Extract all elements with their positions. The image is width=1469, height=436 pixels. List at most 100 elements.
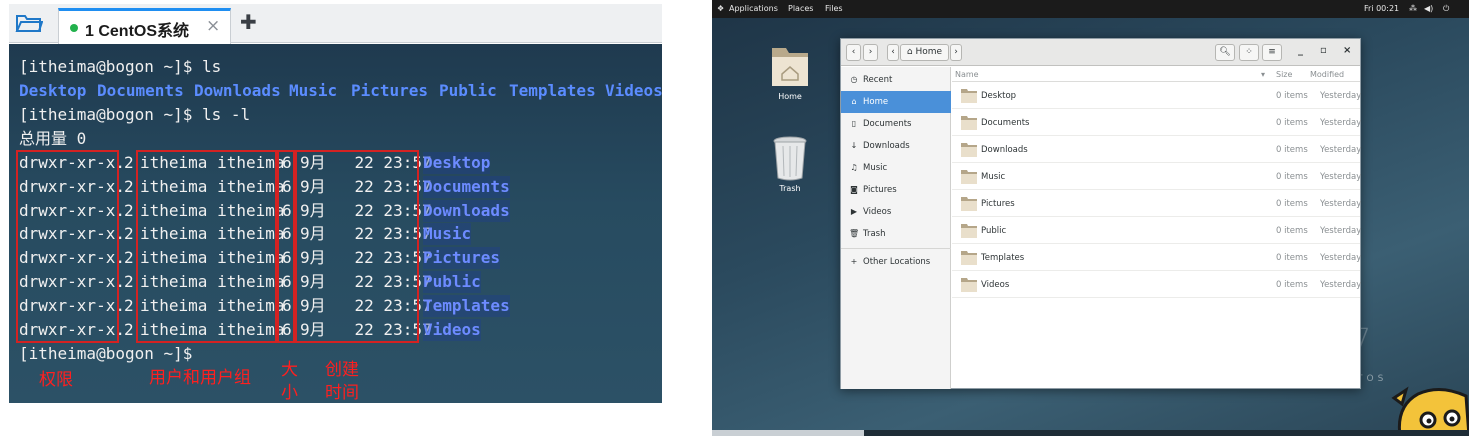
path-left-arrow[interactable]: ‹	[887, 44, 899, 61]
path-right-arrow[interactable]: ›	[950, 44, 962, 61]
file-size: 0 items	[1276, 199, 1308, 209]
view-grid-button[interactable]: ⁘	[1239, 44, 1259, 61]
terminal-output[interactable]: [itheima@bogon ~]$ ls Desktop Documents Do…	[9, 44, 662, 403]
minimize-button[interactable]: _	[1298, 45, 1303, 56]
places-menu[interactable]: Places	[788, 4, 813, 13]
ls-dir-entry: Pictures	[351, 81, 429, 100]
folder-icon	[961, 278, 977, 292]
dir-name-field: Music	[423, 223, 472, 246]
sidebar-item-home[interactable]: ⌂ Home	[841, 91, 951, 113]
applications-menu[interactable]: Applications	[729, 4, 778, 13]
ls-dir-entry: Music	[289, 81, 338, 100]
ls-dir-entry: Downloads	[194, 81, 281, 100]
download-icon: ↓	[850, 141, 858, 150]
clock[interactable]: Fri 00:21	[1364, 4, 1399, 13]
sidebar-item-label: Downloads	[863, 141, 910, 151]
folder-icon[interactable]	[15, 12, 44, 34]
file-name: Downloads	[981, 145, 1028, 155]
size-highlight-box	[277, 150, 295, 343]
file-list[interactable]: Name ▾ Size Modified Desktop 0 items Yeste…	[952, 67, 1362, 389]
desktop-trash-icon[interactable]: Trash	[760, 134, 820, 193]
desktop-home-label: Home	[778, 92, 802, 101]
new-tab-button[interactable]: ✚	[240, 10, 257, 34]
file-row[interactable]: Music 0 items Yesterday	[952, 163, 1361, 190]
close-button[interactable]: ×	[1343, 45, 1351, 56]
column-size[interactable]: Size	[1276, 70, 1292, 79]
permission-annotation: 权限	[39, 370, 73, 390]
sidebar-item-other-locations[interactable]: + Other Locations	[841, 251, 951, 273]
desktop-trash-label: Trash	[779, 184, 801, 193]
path-home-button[interactable]: ⌂ Home	[900, 44, 949, 61]
grid-icon: ⁘	[1245, 47, 1253, 57]
sort-chevron-icon[interactable]: ▾	[1261, 70, 1265, 79]
link-count-field: 2	[124, 176, 134, 196]
maximize-button[interactable]: ▫	[1320, 45, 1327, 56]
file-row[interactable]: Desktop 0 items Yesterday	[952, 82, 1361, 109]
sidebar-item-music[interactable]: ♫ Music	[841, 157, 951, 179]
ls-dir-entry: Templates	[509, 81, 596, 100]
file-row[interactable]: Public 0 items Yesterday	[952, 217, 1361, 244]
desktop-home-icon[interactable]: Home	[760, 44, 820, 101]
window-list-item[interactable]	[712, 430, 864, 436]
terminal-tab-bar: 1 CentOS系统 × ✚	[9, 4, 662, 44]
file-manager-window: ‹ › ‹ ⌂ Home › 🔍︎ ⁘ ≡ _ ▫ × ◷ Recent ⌂ Home…	[840, 38, 1361, 389]
file-modified: Yesterday	[1320, 145, 1362, 155]
folder-icon	[961, 197, 977, 211]
sidebar-item-label: Home	[863, 97, 889, 107]
tab-centos[interactable]: 1 CentOS系统 ×	[58, 8, 231, 44]
power-icon[interactable]: ⏻	[1443, 4, 1449, 14]
terminal-line: [itheima@bogon ~]$ ls	[19, 57, 222, 76]
dir-name-field: Downloads	[423, 199, 510, 222]
search-icon: 🔍︎	[1219, 47, 1231, 57]
permission-highlight-box	[16, 150, 119, 343]
column-name[interactable]: Name	[955, 70, 979, 79]
file-row[interactable]: Templates 0 items Yesterday	[952, 244, 1362, 271]
file-name: Public	[981, 226, 1007, 236]
file-name: Music	[981, 172, 1006, 182]
file-size: 0 items	[1276, 118, 1308, 128]
music-icon: ♫	[850, 163, 858, 172]
list-header: Name ▾ Size Modified	[952, 67, 1360, 82]
file-row[interactable]: Downloads 0 items Yesterday	[952, 136, 1362, 163]
sidebar-item-pictures[interactable]: ◙ Pictures	[841, 179, 951, 201]
ls-dir-entry: Desktop	[19, 81, 87, 100]
file-name: Pictures	[981, 199, 1015, 209]
hamburger-icon: ≡	[1268, 47, 1276, 57]
search-button[interactable]: 🔍︎	[1215, 44, 1235, 61]
files-menu[interactable]: Files	[825, 4, 843, 13]
sidebar-item-recent[interactable]: ◷ Recent	[841, 69, 951, 91]
file-modified: Yesterday	[1320, 253, 1362, 263]
folder-icon	[961, 143, 977, 157]
back-button[interactable]: ‹	[846, 44, 861, 61]
applications-icon: ❖	[717, 4, 725, 13]
sidebar-item-downloads[interactable]: ↓ Downloads	[841, 135, 951, 157]
link-count-field: 2	[124, 200, 134, 220]
sidebar-separator	[841, 248, 951, 249]
close-icon[interactable]: ×	[206, 16, 220, 36]
sidebar-item-label: Videos	[863, 207, 892, 217]
folder-icon	[961, 116, 977, 130]
centos-watermark-text: TOS	[1357, 374, 1388, 384]
file-row[interactable]: Documents 0 items Yesterday	[952, 109, 1362, 136]
network-icon[interactable]: ⁂	[1409, 4, 1417, 13]
path-home-label: Home	[915, 47, 943, 57]
file-row[interactable]: Videos 0 items Yesterday	[952, 271, 1361, 298]
sidebar-item-videos[interactable]: ▶ Videos	[841, 201, 951, 223]
sidebar-item-label: Other Locations	[863, 257, 931, 267]
volume-icon[interactable]: ◀)	[1424, 4, 1433, 13]
time-annotation-1: 创建	[325, 360, 359, 380]
menu-button[interactable]: ≡	[1262, 44, 1282, 61]
file-modified: Yesterday	[1320, 118, 1362, 128]
link-count-field: 2	[124, 272, 134, 291]
dir-name-field: Documents	[423, 175, 510, 198]
gnome-desktop: ❖ Applications Places Files Fri 00:21 ⁂ …	[712, 0, 1469, 436]
home-icon: ⌂	[851, 97, 857, 106]
sidebar-item-trash[interactable]: 🗑︎ Trash	[841, 223, 951, 245]
sidebar-item-documents[interactable]: ▯ Documents	[841, 113, 951, 135]
file-row[interactable]: Pictures 0 items Yesterday	[952, 190, 1361, 217]
forward-button[interactable]: ›	[863, 44, 878, 61]
column-modified[interactable]: Modified	[1310, 70, 1344, 79]
places-sidebar: ◷ Recent ⌂ Home ▯ Documents ↓ Downloads ♫ Music ◙ P…	[841, 67, 951, 389]
dir-name-field: Videos	[423, 318, 481, 341]
ls-dir-entry: Public	[439, 81, 497, 100]
